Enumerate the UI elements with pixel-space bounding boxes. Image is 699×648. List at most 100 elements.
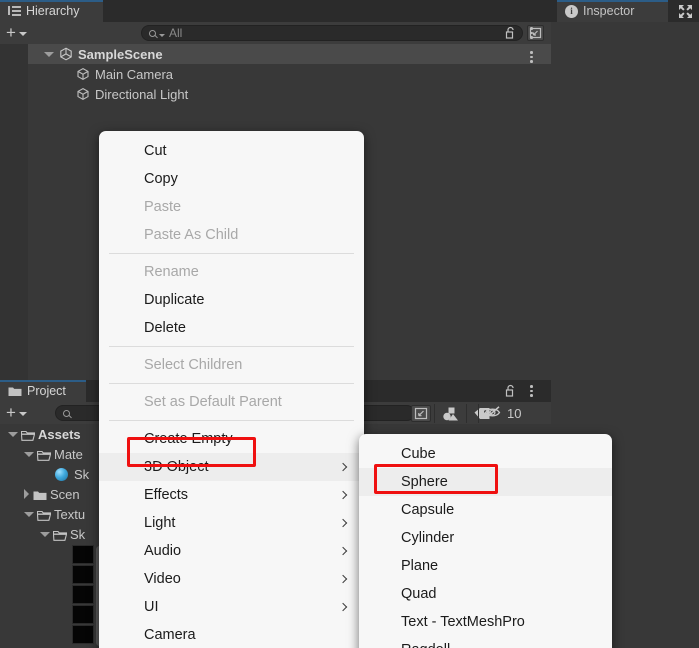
menu-item-label: Camera bbox=[144, 627, 196, 643]
material-sphere-icon bbox=[55, 467, 68, 481]
submenu-item-cylinder[interactable]: Cylinder bbox=[359, 524, 612, 552]
hierarchy-row-directional-light[interactable]: Directional Light bbox=[0, 84, 551, 104]
unity-editor-window: Hierarchy i Inspector + All SampleScene … bbox=[0, 0, 699, 648]
project-row-label: Sk bbox=[70, 526, 86, 542]
menu-item-copy[interactable]: Copy bbox=[99, 165, 364, 193]
folder-icon bbox=[8, 386, 22, 397]
menu-item-label: Delete bbox=[144, 320, 186, 336]
project-add-label: + bbox=[6, 403, 16, 422]
menu-item-label: Copy bbox=[144, 171, 178, 187]
folder-closed-icon bbox=[33, 489, 47, 500]
menu-item-paste-as-child: Paste As Child bbox=[99, 221, 364, 249]
menu-item-label: Audio bbox=[144, 543, 182, 559]
prefab-cube-icon bbox=[76, 67, 90, 81]
tab-project[interactable]: Project bbox=[0, 380, 86, 402]
tab-hierarchy[interactable]: Hierarchy bbox=[0, 0, 103, 22]
menu-item-create-empty[interactable]: Create Empty bbox=[99, 425, 364, 453]
submenu-item-label: Text - TextMeshPro bbox=[401, 614, 525, 630]
menu-item-delete[interactable]: Delete bbox=[99, 314, 364, 342]
hierarchy-menu-icon[interactable] bbox=[530, 27, 533, 39]
menu-item-set-as-default-parent: Set as Default Parent bbox=[99, 388, 364, 416]
prefab-cube-icon bbox=[76, 87, 90, 101]
menu-item-label: Select Children bbox=[144, 357, 243, 373]
hierarchy-add-label: + bbox=[6, 23, 16, 42]
texture-thumbnail bbox=[72, 624, 94, 644]
object-type-filter-icon[interactable] bbox=[434, 404, 464, 423]
chevron-down-icon bbox=[159, 33, 165, 37]
hierarchy-tree: SampleScene Main Camera Directional Ligh… bbox=[0, 44, 551, 104]
submenu-item-label: Sphere bbox=[401, 474, 448, 490]
menu-item-duplicate[interactable]: Duplicate bbox=[99, 286, 364, 314]
submenu-item-label: Ragdoll... bbox=[401, 642, 462, 648]
project-visibility-filter[interactable]: 10 bbox=[478, 404, 540, 423]
hierarchy-search-placeholder: All bbox=[169, 26, 183, 40]
submenu-item-ragdoll[interactable]: Ragdoll... bbox=[359, 636, 612, 648]
search-icon bbox=[149, 29, 156, 37]
menu-item-label: Cut bbox=[144, 143, 167, 159]
project-add-button[interactable]: + bbox=[6, 404, 27, 421]
hierarchy-toolbar: + All bbox=[0, 22, 551, 44]
chevron-down-icon[interactable] bbox=[8, 431, 18, 437]
row-gutter bbox=[0, 84, 28, 104]
menu-separator bbox=[109, 420, 354, 421]
chevron-down-icon[interactable] bbox=[24, 451, 34, 457]
hierarchy-row-main-camera[interactable]: Main Camera bbox=[0, 64, 551, 84]
unity-scene-icon bbox=[59, 47, 73, 61]
project-lock-open-icon[interactable] bbox=[505, 384, 516, 397]
menu-item-light[interactable]: Light bbox=[99, 509, 364, 537]
hierarchy-search-input[interactable]: All bbox=[141, 25, 523, 41]
tab-inspector[interactable]: i Inspector bbox=[557, 0, 668, 22]
submenu-item-sphere[interactable]: Sphere bbox=[359, 468, 612, 496]
submenu-item-label: Capsule bbox=[401, 502, 455, 518]
menu-item-effects[interactable]: Effects bbox=[99, 481, 364, 509]
menu-item-camera[interactable]: Camera bbox=[99, 621, 364, 648]
hierarchy-row-menu-icon[interactable] bbox=[530, 51, 533, 63]
chevron-right-icon[interactable] bbox=[24, 489, 29, 499]
menu-item-video[interactable]: Video bbox=[99, 565, 364, 593]
search-icon bbox=[63, 409, 70, 417]
menu-item-3d-object[interactable]: 3D Object bbox=[99, 453, 364, 481]
chevron-right-icon bbox=[338, 602, 348, 612]
menu-item-ui[interactable]: UI bbox=[99, 593, 364, 621]
chevron-right-icon bbox=[338, 546, 348, 556]
row-gutter bbox=[0, 44, 28, 64]
project-menu-icon[interactable] bbox=[530, 385, 533, 397]
menu-item-label: Light bbox=[144, 515, 176, 531]
expand-arrows-icon[interactable] bbox=[678, 4, 693, 19]
chevron-down-icon[interactable] bbox=[44, 51, 54, 57]
chevron-right-icon bbox=[338, 462, 348, 472]
submenu-item-capsule[interactable]: Capsule bbox=[359, 496, 612, 524]
menu-item-paste: Paste bbox=[99, 193, 364, 221]
hierarchy-row-samplescene[interactable]: SampleScene bbox=[0, 44, 551, 64]
texture-thumbnail bbox=[72, 604, 94, 624]
hierarchy-gutter-column bbox=[0, 104, 28, 380]
hierarchy-row-label: Directional Light bbox=[95, 86, 189, 102]
chevron-down-icon[interactable] bbox=[40, 531, 50, 537]
menu-item-audio[interactable]: Audio bbox=[99, 537, 364, 565]
project-row-label: Sk bbox=[74, 466, 90, 482]
project-row-label: Textu bbox=[54, 506, 86, 522]
submenu-item-text-textmeshpro[interactable]: Text - TextMeshPro bbox=[359, 608, 612, 636]
menu-item-label: Duplicate bbox=[144, 292, 205, 308]
folder-open-icon bbox=[36, 449, 52, 461]
menu-item-label: Create Empty bbox=[144, 431, 233, 447]
hierarchy-add-button[interactable]: + bbox=[6, 24, 27, 41]
submenu-3d-object: Cube Sphere Capsule Cylinder Plane Quad … bbox=[359, 434, 612, 648]
submenu-item-cube[interactable]: Cube bbox=[359, 440, 612, 468]
submenu-item-plane[interactable]: Plane bbox=[359, 552, 612, 580]
info-icon: i bbox=[565, 4, 578, 18]
lock-open-icon[interactable] bbox=[505, 26, 516, 39]
top-tab-strip: Hierarchy i Inspector bbox=[0, 0, 699, 22]
submenu-item-quad[interactable]: Quad bbox=[359, 580, 612, 608]
chevron-down-icon[interactable] bbox=[24, 511, 34, 517]
project-search-expand-icon[interactable] bbox=[411, 405, 431, 422]
tab-hierarchy-label: Hierarchy bbox=[26, 4, 80, 18]
project-visibility-count: 10 bbox=[507, 406, 522, 421]
menu-item-cut[interactable]: Cut bbox=[99, 137, 364, 165]
folder-open-icon bbox=[36, 509, 52, 521]
folder-open-icon bbox=[52, 529, 68, 541]
texture-thumbnail bbox=[72, 584, 94, 604]
row-gutter bbox=[0, 64, 28, 84]
tab-inspector-label: Inspector bbox=[583, 4, 635, 18]
menu-item-label: Effects bbox=[144, 487, 189, 503]
